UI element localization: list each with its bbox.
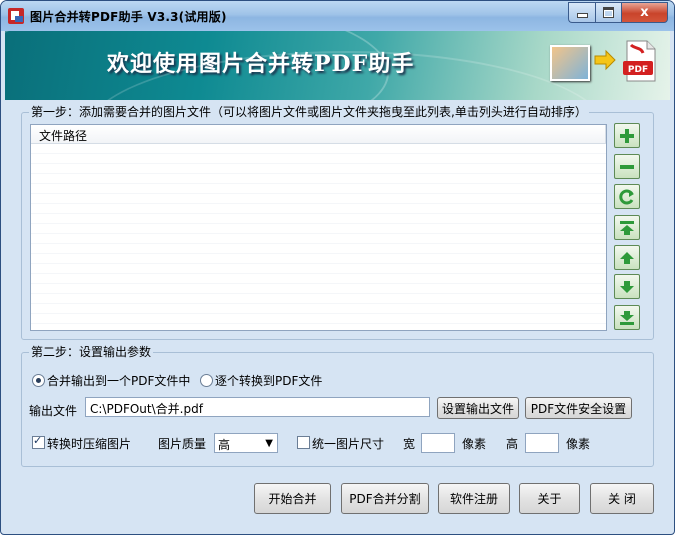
- step2-title: 第二步：设置输出参数: [29, 345, 154, 359]
- start-merge-button[interactable]: 开始合并: [254, 483, 331, 514]
- file-list[interactable]: 文件路径: [30, 124, 607, 331]
- minimize-button[interactable]: [568, 2, 595, 23]
- column-separator: [605, 125, 606, 143]
- output-file-input[interactable]: C:\PDFOut\合并.pdf: [85, 397, 430, 417]
- minimize-icon: [576, 13, 588, 18]
- window-title: 图片合并转PDF助手 V3.3(试用版): [30, 10, 227, 24]
- set-output-file-button[interactable]: 设置输出文件: [437, 397, 519, 419]
- about-button[interactable]: 关于: [519, 483, 580, 514]
- move-up-button[interactable]: [614, 245, 640, 270]
- compress-images-label[interactable]: 转换时压缩图片: [47, 435, 131, 452]
- image-quality-label: 图片质量: [158, 437, 207, 451]
- compress-images-checkbox[interactable]: [32, 434, 45, 449]
- output-file-label: 输出文件: [29, 404, 78, 418]
- image-quality-select[interactable]: 高 ▼: [214, 433, 278, 453]
- arrow-right-icon: [594, 49, 616, 71]
- radio-convert-each-label[interactable]: 逐个转换到PDF文件: [215, 372, 322, 389]
- maximize-icon: [603, 7, 614, 18]
- height-label: 高: [506, 437, 519, 451]
- arrow-up-icon: [620, 251, 634, 264]
- move-to-bottom-icon: [620, 310, 634, 325]
- maximize-button[interactable]: [595, 2, 621, 23]
- step1-title: 第一步：添加需要合并的图片文件（可以将图片文件或图片文件夹拖曳至此列表,单击列头…: [29, 105, 589, 119]
- minus-icon: [620, 164, 634, 169]
- refresh-button[interactable]: [614, 184, 640, 209]
- software-register-button[interactable]: 软件注册: [438, 483, 510, 514]
- unify-size-label[interactable]: 统一图片尺寸: [312, 435, 384, 452]
- width-input[interactable]: [421, 433, 455, 453]
- move-to-top-icon: [620, 220, 634, 235]
- file-list-header[interactable]: 文件路径: [31, 125, 606, 144]
- chevron-down-icon: ▼: [265, 438, 273, 449]
- radio-convert-each[interactable]: [200, 374, 213, 387]
- radio-merge-single-label[interactable]: 合并输出到一个PDF文件中: [47, 372, 190, 389]
- height-unit-label: 像素: [566, 437, 591, 451]
- close-button[interactable]: 关 闭: [590, 483, 654, 514]
- arrow-down-icon: [620, 280, 634, 293]
- pdf-merge-split-button[interactable]: PDF合并分割: [341, 483, 429, 514]
- image-quality-value: 高: [218, 438, 231, 452]
- welcome-banner: 欢迎使用图片合并转PDF助手 PDF: [5, 31, 670, 100]
- file-list-body[interactable]: [31, 144, 606, 330]
- pdf-file-icon: PDF: [623, 40, 656, 82]
- remove-file-button[interactable]: [614, 154, 640, 179]
- app-icon: [8, 8, 24, 24]
- plus-icon: [620, 128, 634, 143]
- width-unit-label: 像素: [462, 437, 487, 451]
- close-window-button[interactable]: x: [621, 2, 668, 23]
- image-icon: [550, 45, 590, 81]
- pdf-badge-text: PDF: [628, 65, 648, 75]
- move-down-button[interactable]: [614, 274, 640, 299]
- move-top-button[interactable]: [614, 215, 640, 240]
- main-window: 图片合并转PDF助手 V3.3(试用版) x 欢迎使用图片合并转PDF助手 PD…: [0, 0, 675, 535]
- close-icon: x: [640, 5, 649, 20]
- radio-merge-single[interactable]: [32, 374, 45, 387]
- column-header-file-path[interactable]: 文件路径: [39, 127, 87, 144]
- height-input[interactable]: [525, 433, 559, 453]
- refresh-icon: [619, 189, 634, 204]
- pdf-security-button[interactable]: PDF文件安全设置: [525, 397, 632, 419]
- title-bar[interactable]: 图片合并转PDF助手 V3.3(试用版) x: [1, 1, 674, 31]
- unify-size-checkbox[interactable]: [297, 436, 310, 449]
- banner-welcome-text: 欢迎使用图片合并转PDF助手: [107, 51, 415, 77]
- width-label: 宽: [403, 437, 416, 451]
- add-file-button[interactable]: [614, 123, 640, 148]
- move-bottom-button[interactable]: [614, 305, 640, 330]
